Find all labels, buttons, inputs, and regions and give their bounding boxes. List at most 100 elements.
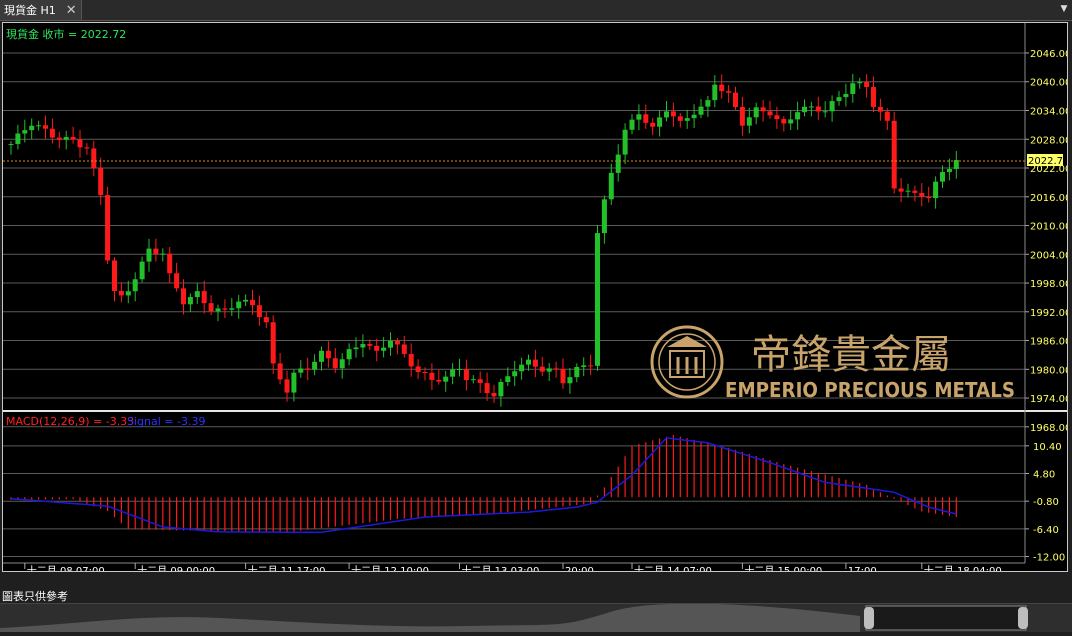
candle-body — [808, 106, 814, 108]
candle-body — [187, 297, 193, 305]
candle-body — [374, 345, 380, 351]
candle-body — [519, 364, 525, 372]
dropdown-menu-icon[interactable]: ▼ — [1058, 2, 1070, 16]
candle-body — [588, 365, 594, 367]
last-price-label: 2022.72 — [1028, 156, 1067, 167]
candle-body — [112, 260, 117, 291]
candle-body — [388, 340, 393, 348]
candle-body — [381, 347, 387, 351]
candle-body — [194, 291, 200, 298]
candle-body — [229, 308, 235, 310]
time-tick-label: 十二月 15 00:00 — [744, 564, 822, 571]
time-tick-label: 十二月 09 00:00 — [137, 564, 215, 571]
macd-tick-label: -12.00 — [1033, 553, 1065, 564]
candle-body — [277, 363, 283, 380]
candle-body — [463, 368, 469, 381]
candle-body — [581, 365, 587, 368]
time-tick-label: 十二月 11 17:00 — [248, 564, 326, 571]
candle-body — [125, 291, 131, 296]
scroll-handle-right[interactable] — [1018, 607, 1028, 629]
candle-body — [43, 125, 48, 129]
candle-body — [733, 92, 738, 107]
scroll-handle-left[interactable] — [864, 607, 874, 629]
candle-body — [670, 111, 676, 117]
candle-body — [788, 119, 794, 124]
time-tick-label: 十二月 08 07:00 — [27, 564, 105, 571]
candle-body — [843, 93, 849, 98]
company-name-zh: 帝鋒貴金屬 — [751, 332, 951, 378]
candle-body — [636, 114, 642, 120]
candle-body — [139, 261, 145, 280]
candle-body — [664, 111, 669, 118]
candle-body — [160, 253, 166, 255]
price-tick-label: 1986.00 — [1030, 337, 1067, 348]
candle-body — [167, 253, 173, 274]
time-tick-label: 十二月 18 04:00 — [924, 564, 1002, 571]
candle-body — [181, 288, 186, 305]
candle-body — [546, 368, 552, 372]
candle-body — [332, 358, 338, 369]
candle-body — [325, 350, 331, 359]
candle-body — [726, 91, 732, 93]
candle-body — [56, 137, 62, 140]
candle-body — [394, 340, 400, 345]
candle-body — [353, 347, 359, 350]
candle-body — [767, 111, 773, 116]
chart-window: 現貨金 H1 ✕ ▼ 2046.00 2040.00 2034.00 2028.00 2… — [0, 0, 1072, 632]
candle-body — [77, 139, 83, 148]
candle-body — [305, 368, 311, 370]
candle-body — [401, 344, 407, 354]
candle-body — [63, 137, 69, 140]
candle-body — [346, 349, 352, 360]
candle-body — [795, 112, 801, 120]
candle-body — [774, 115, 780, 120]
last-price-tag: 2022.72 — [1027, 154, 1069, 167]
candle-body — [864, 81, 870, 87]
candle-body — [905, 190, 911, 192]
candle-body — [105, 195, 111, 261]
candle-body — [15, 133, 21, 145]
price-tick-label: 1992.00 — [1030, 308, 1067, 319]
candle-body — [877, 106, 883, 112]
disclaimer-text: 圖表只供參考 — [2, 590, 68, 603]
candle-body — [532, 359, 538, 367]
candle-body — [933, 181, 939, 199]
candle-body — [270, 322, 276, 364]
price-tick-label: 2028.00 — [1030, 135, 1067, 146]
candle-body — [408, 353, 414, 367]
candle-body — [415, 366, 421, 372]
macd-signal-line — [10, 437, 957, 534]
candle-body — [256, 305, 262, 318]
navigator-preview — [0, 603, 1028, 632]
candle-body — [822, 111, 828, 113]
time-tick-label: 十二月 12 10:00 — [351, 564, 429, 571]
price-tick-label: 2046.00 — [1030, 49, 1067, 60]
candle-body — [505, 376, 511, 383]
candle-body — [250, 299, 255, 306]
macd-signal-label: Signal = -3.39 — [127, 415, 205, 428]
candle-body — [98, 168, 104, 196]
chart-tab[interactable]: 現貨金 H1 ✕ — [0, 0, 82, 20]
candle-body — [719, 84, 725, 92]
time-tick-label: 20:00 — [565, 566, 594, 571]
candle-body — [146, 248, 152, 262]
candle-body — [746, 117, 752, 126]
candle-body — [484, 383, 490, 394]
chart-scrollbar[interactable] — [0, 603, 1072, 632]
candle-body — [739, 106, 745, 126]
candle-body — [891, 120, 897, 189]
candle-body — [898, 188, 904, 192]
candle-body — [263, 317, 269, 323]
chart-canvas[interactable]: 2046.002040.002034.002028.002022.002016.… — [3, 23, 1071, 577]
candle-body — [553, 368, 559, 370]
candle-body — [319, 350, 324, 362]
candle-body — [243, 299, 249, 302]
candle-body — [643, 114, 649, 123]
candle-body — [712, 84, 718, 101]
candle-body — [512, 371, 518, 377]
candle-body — [560, 368, 566, 384]
candle-body — [132, 279, 138, 292]
close-icon[interactable]: ✕ — [66, 3, 77, 18]
candle-body — [919, 192, 925, 197]
candle-body — [436, 379, 442, 382]
